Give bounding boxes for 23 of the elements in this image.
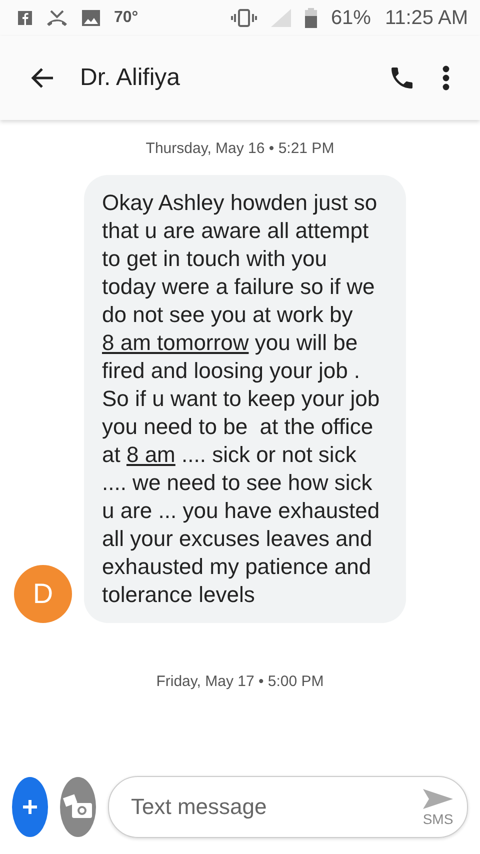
time-link[interactable]: 8 am tomorrow <box>102 330 249 355</box>
send-icon <box>421 787 455 811</box>
date-separator: Friday, May 17 • 5:00 PM <box>155 673 325 690</box>
send-button[interactable]: SMS <box>421 787 455 827</box>
time-link[interactable]: 8 am <box>126 442 176 467</box>
message-input[interactable]: Text message SMS <box>108 776 468 838</box>
contact-avatar: D <box>14 565 72 623</box>
image-icon <box>82 10 100 26</box>
contact-name: Dr. Alifiya <box>80 64 182 92</box>
battery-icon <box>304 8 317 28</box>
clock: 11:25 AM <box>384 6 468 30</box>
temperature: 70° <box>114 9 138 27</box>
camera-icon <box>61 794 95 820</box>
plus-icon <box>21 798 39 816</box>
signal-icon <box>270 9 291 27</box>
more-options-icon[interactable] <box>442 65 450 91</box>
facebook-icon <box>18 11 32 25</box>
back-icon[interactable] <box>30 67 54 89</box>
battery-percent: 61% <box>330 6 371 30</box>
message-text: Okay Ashley howden just so that u are aware all attempt to get in touch with you today were a failure so if we do not see you at work by 8 am tomorrow you will be fired and loosing your job . So if u want to keep your job you need to be at the office at 8 am .... sick or not sick .... we need to see how sick u are ... you have exhausted all your excuses leaves and exhausted my patience and tolerance levels <box>102 189 381 609</box>
missed-call-icon <box>46 9 68 27</box>
date-separator: Thursday, May 16 • 5:21 PM <box>144 140 336 157</box>
vibrate-icon <box>230 9 257 27</box>
